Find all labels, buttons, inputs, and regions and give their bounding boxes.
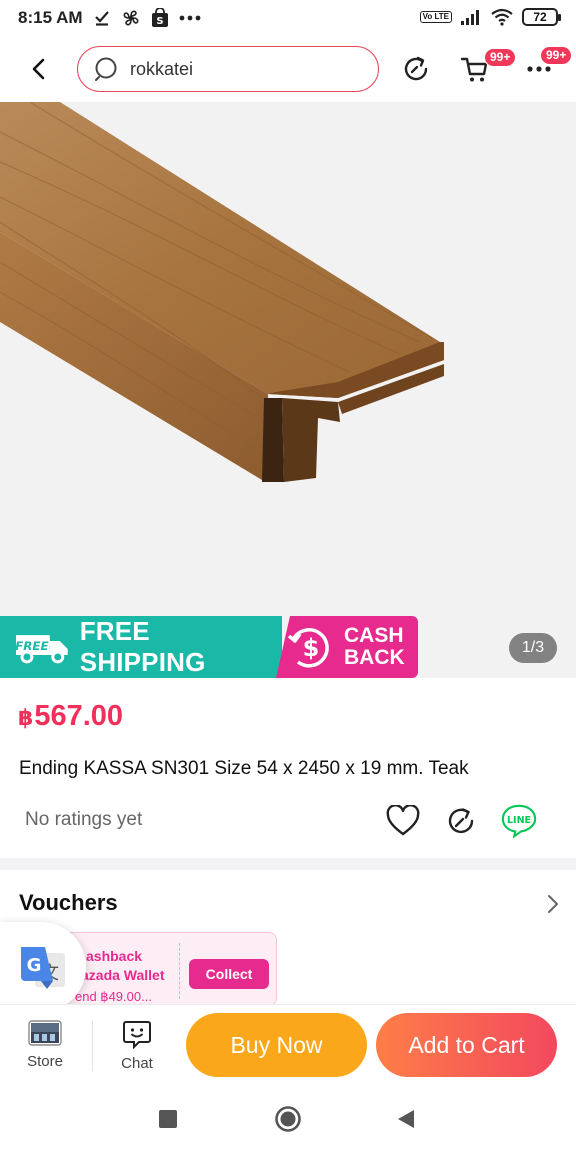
more-icon xyxy=(527,66,551,72)
buy-now-button[interactable]: Buy Now xyxy=(186,1013,367,1077)
svg-text:G: G xyxy=(27,955,42,976)
delivery-truck-icon: FREE xyxy=(15,635,68,664)
battery-level: 72 xyxy=(533,10,547,24)
chevron-right-icon xyxy=(548,895,558,913)
cart-button[interactable]: 99+ xyxy=(458,48,517,86)
back-button[interactable] xyxy=(22,52,56,86)
cashback-badge: $ CASH BACK xyxy=(276,616,418,678)
voucher-line1: ashback xyxy=(86,948,143,964)
line-share-icon: LINE xyxy=(501,804,537,839)
wishlist-button[interactable] xyxy=(384,802,422,840)
store-icon xyxy=(28,1020,62,1046)
price-value: 567.00 xyxy=(34,700,124,732)
heart-icon xyxy=(386,805,420,836)
chat-tab[interactable]: Chat xyxy=(107,1019,167,1072)
vouchers-more-button[interactable] xyxy=(540,892,564,916)
ratings-text[interactable]: No ratings yet xyxy=(25,809,142,831)
status-right-icons: Vo LTE 72 xyxy=(419,8,561,26)
cashback-label: CASH BACK xyxy=(344,625,405,669)
cart-badge: 99+ xyxy=(484,48,517,67)
home-button[interactable] xyxy=(273,1104,303,1134)
signal-icon xyxy=(461,10,479,25)
free-shipping-label: FREE SHIPPING xyxy=(79,616,206,677)
tab-divider xyxy=(92,1021,93,1071)
free-icon-text: FREE xyxy=(15,639,49,653)
gallery-page-indicator: 1/3 xyxy=(509,633,557,663)
line-share-button[interactable]: LINE xyxy=(500,802,538,840)
svg-text:$: $ xyxy=(303,634,320,662)
chevron-left-icon xyxy=(32,58,45,80)
download-done-icon xyxy=(94,11,109,26)
system-back-button[interactable] xyxy=(391,1104,421,1134)
cashback-line2: BACK xyxy=(344,646,405,669)
voucher-divider xyxy=(179,943,180,999)
add-to-cart-button[interactable]: Add to Cart xyxy=(376,1013,557,1077)
google-translate-icon: 文 G xyxy=(21,947,65,989)
square-icon xyxy=(159,1110,177,1128)
store-tab[interactable]: Store xyxy=(15,1019,75,1070)
svg-text:S: S xyxy=(156,16,163,27)
cashback-coin-icon: $ xyxy=(287,628,329,668)
share-icon xyxy=(448,808,474,834)
wood-trim-image xyxy=(0,102,444,482)
product-title: Ending KASSA SN301 Size 54 x 2450 x 19 m… xyxy=(19,758,469,779)
voucher-line3: end ฿49.00... xyxy=(75,989,152,1004)
shopee-bag-icon: S xyxy=(151,8,168,27)
cashback-line1: CASH xyxy=(344,624,404,647)
chat-icon xyxy=(123,1021,151,1049)
search-value: rokkatei xyxy=(130,58,194,79)
header: rokkatei 99+ 99+ xyxy=(0,40,576,98)
product-image[interactable] xyxy=(0,102,576,678)
product-price: ฿ 567.00 xyxy=(18,700,123,733)
status-bar: 8:15 AM S Vo LTE 72 xyxy=(0,0,576,36)
price-currency: ฿ xyxy=(18,705,34,730)
vouchers-title: Vouchers xyxy=(19,890,118,915)
status-left-icons: S xyxy=(93,8,201,28)
bottom-action-bar: Store Chat Buy Now Add to Cart xyxy=(0,1004,576,1084)
chat-label: Chat xyxy=(121,1055,153,1072)
circle-home-icon xyxy=(275,1106,301,1132)
more-badge: 99+ xyxy=(540,46,573,65)
more-button[interactable]: 99+ xyxy=(522,46,573,86)
wifi-icon xyxy=(491,8,513,26)
store-label: Store xyxy=(27,1053,63,1070)
pinwheel-icon xyxy=(123,10,139,26)
volte-icon: Vo LTE xyxy=(419,11,452,23)
svg-text:LINE: LINE xyxy=(507,815,531,826)
battery-indicator: 72 xyxy=(522,8,561,26)
translate-button[interactable]: 文 G xyxy=(0,922,86,1012)
recents-button[interactable] xyxy=(153,1104,183,1134)
voucher-line2: azada Wallet xyxy=(81,967,165,983)
search-input[interactable]: rokkatei xyxy=(77,46,379,92)
section-divider xyxy=(0,858,576,870)
search-icon xyxy=(95,57,117,81)
more-notifications-icon xyxy=(179,15,200,21)
status-time: 8:15 AM xyxy=(18,8,83,27)
collect-button[interactable]: Collect xyxy=(189,959,269,989)
history-button[interactable] xyxy=(399,52,433,86)
share-button[interactable] xyxy=(442,802,480,840)
system-nav-bar xyxy=(0,1084,576,1152)
promo-banner: FREE FREE SHIPPING $ CASH BACK xyxy=(0,616,418,678)
history-icon xyxy=(404,56,428,81)
triangle-back-icon xyxy=(398,1110,414,1128)
free-shipping-badge: FREE FREE SHIPPING xyxy=(0,616,282,678)
